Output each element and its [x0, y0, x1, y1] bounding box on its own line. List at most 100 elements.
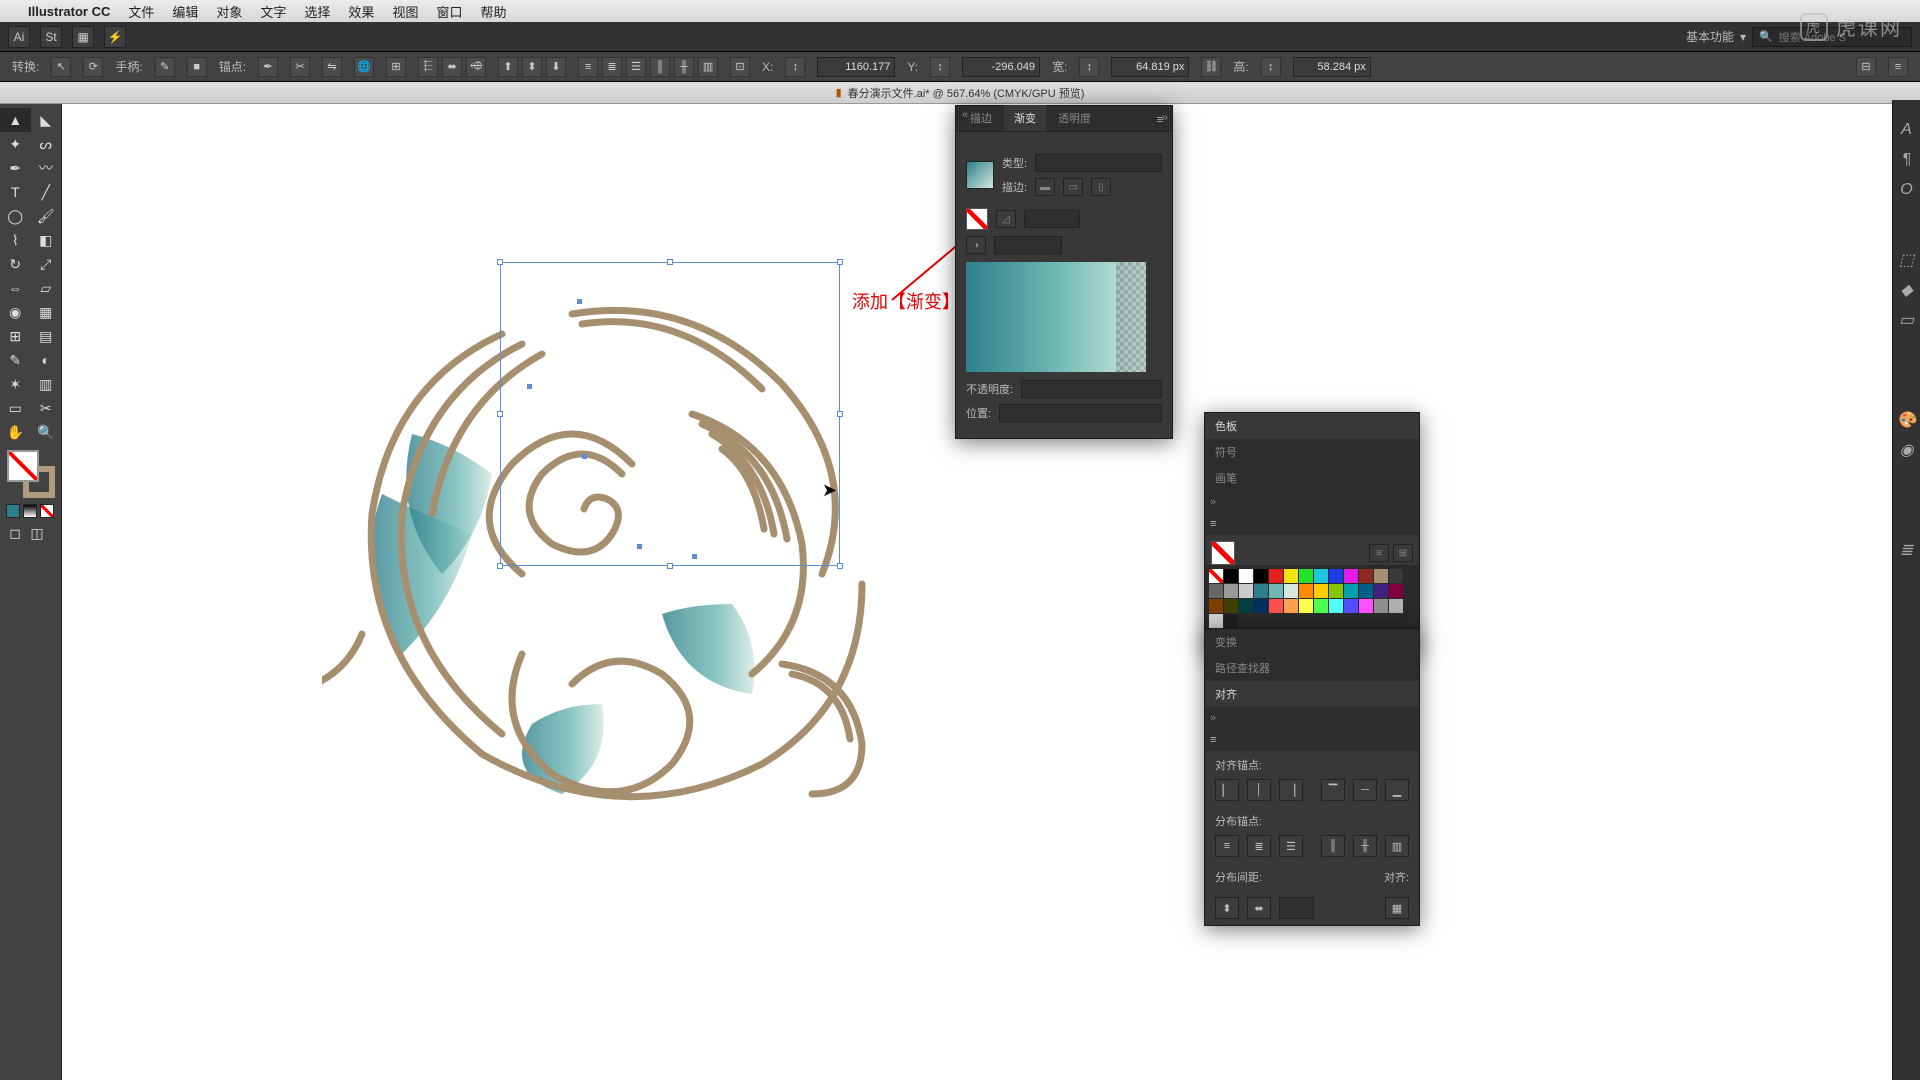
css-panel-icon[interactable]: ⬚	[1897, 250, 1917, 270]
w-field[interactable]: 64.819 px	[1111, 57, 1189, 77]
swatch-item[interactable]	[1254, 569, 1268, 583]
space-field[interactable]	[1279, 897, 1314, 919]
line-tool[interactable]: ╱	[31, 180, 62, 204]
link-h-icon[interactable]: ↕	[1261, 57, 1281, 77]
swatch-item[interactable]	[1299, 599, 1313, 613]
menu-window[interactable]: 窗口	[436, 2, 462, 21]
slice-tool[interactable]: ✂	[31, 396, 62, 420]
al-left-icon[interactable]: ▏	[1215, 779, 1239, 801]
align-hcenter-icon[interactable]: ⬌	[442, 57, 462, 77]
ruler-icon[interactable]: ⊞	[386, 57, 406, 77]
brush-tool[interactable]: 🖌	[31, 204, 62, 228]
swatch-item[interactable]	[1269, 584, 1283, 598]
shaper-tool[interactable]: ⌇	[0, 228, 31, 252]
swatch-item[interactable]	[1314, 599, 1328, 613]
panel-menu-icon[interactable]: ≡	[1205, 513, 1419, 535]
dist-right-icon[interactable]: ▥	[1385, 835, 1409, 857]
gradient-preview[interactable]	[966, 262, 1146, 372]
swatch-item[interactable]	[1374, 569, 1388, 583]
anchor-pt[interactable]	[637, 544, 642, 549]
anchor-pen-icon[interactable]: ✒	[258, 57, 278, 77]
al-bottom-icon[interactable]: ▁	[1385, 779, 1409, 801]
swatch-item[interactable]	[1374, 599, 1388, 613]
grid-view-icon[interactable]: ⊞	[1393, 544, 1413, 562]
menu-file[interactable]: 文件	[128, 2, 154, 21]
anchor-pt[interactable]	[527, 384, 532, 389]
fill-stroke-control[interactable]	[7, 450, 55, 498]
active-swatch[interactable]	[1211, 541, 1235, 565]
swatch-item[interactable]	[1224, 599, 1238, 613]
angle-icon[interactable]: ◿	[996, 210, 1016, 228]
align-top-icon[interactable]: ⬆	[498, 57, 518, 77]
constrain-icon[interactable]: ⛓	[1201, 57, 1221, 77]
globe-icon[interactable]: 🌐	[354, 57, 374, 77]
anchor-pt[interactable]	[692, 554, 697, 559]
width-tool[interactable]: ⇔	[0, 276, 31, 300]
convert-icon[interactable]: ⟳	[83, 57, 103, 77]
al-top-icon[interactable]: ▔	[1321, 779, 1345, 801]
anchor-join-icon[interactable]: ⇋	[322, 57, 342, 77]
swatch-item[interactable]	[1329, 584, 1343, 598]
tab-swatches[interactable]: 色板	[1205, 413, 1419, 439]
link-y-icon[interactable]: ↕	[930, 57, 950, 77]
x-field[interactable]: 1160.177	[817, 57, 895, 77]
handle-square-icon[interactable]: ■	[187, 57, 207, 77]
swatch-item[interactable]	[1239, 584, 1253, 598]
swatch-item[interactable]	[1344, 599, 1358, 613]
opentype-panel-icon[interactable]: O	[1897, 180, 1917, 200]
symbol-tool[interactable]: ✶	[0, 372, 31, 396]
swatch-item[interactable]	[1374, 584, 1388, 598]
collapse-icon[interactable]: «	[962, 109, 968, 121]
tab-align[interactable]: 对齐	[1205, 681, 1419, 707]
selection-tool[interactable]: ▲	[0, 108, 31, 132]
handle-br[interactable]	[837, 563, 843, 569]
draw-normal[interactable]: ◻	[6, 524, 24, 542]
al-hcenter-icon[interactable]: │	[1247, 779, 1271, 801]
arrange-icon[interactable]: ▦	[72, 26, 94, 48]
anchor-pt[interactable]	[582, 454, 587, 459]
swatch-item[interactable]	[1299, 584, 1313, 598]
position-field[interactable]	[999, 404, 1162, 422]
align-right-icon[interactable]: ⬲	[466, 57, 486, 77]
app-name[interactable]: Illustrator CC	[28, 4, 110, 19]
tab-pathfinder[interactable]: 路径查找器	[1205, 655, 1419, 681]
swatch-item[interactable]	[1359, 584, 1373, 598]
stroke-opt2-icon[interactable]: ▭	[1063, 178, 1083, 196]
link-w-icon[interactable]: ↕	[1079, 57, 1099, 77]
close-icon[interactable]: »	[1161, 110, 1168, 124]
menu-select[interactable]: 选择	[304, 2, 330, 21]
swatch-item[interactable]	[1269, 599, 1283, 613]
dist-v1-icon[interactable]: ║	[650, 57, 670, 77]
tab-opacity[interactable]: 透明度	[1048, 105, 1101, 131]
direct-selection-tool[interactable]: ◣	[31, 108, 62, 132]
asset-panel-icon[interactable]: ◆	[1897, 280, 1917, 300]
dist-hc-icon[interactable]: ╫	[1353, 835, 1377, 857]
swatch-item[interactable]	[1284, 584, 1298, 598]
dist-left-icon[interactable]: ║	[1321, 835, 1345, 857]
swatch-item[interactable]	[1389, 599, 1403, 613]
layers-panel-icon[interactable]: ≣	[1897, 540, 1917, 560]
swatch-item[interactable]	[1389, 584, 1403, 598]
collapse-icon[interactable]: »	[1205, 491, 1419, 513]
align-to-icon[interactable]: ▦	[1385, 897, 1409, 919]
blend-tool[interactable]: ◐	[31, 348, 62, 372]
document-tab[interactable]: ▮ 春分演示文件.ai* @ 567.64% (CMYK/GPU 预览)	[0, 82, 1920, 104]
handle-bl[interactable]	[497, 563, 503, 569]
opacity-field[interactable]	[1021, 380, 1162, 398]
handle-mr[interactable]	[837, 411, 843, 417]
dist-h2-icon[interactable]: ≣	[602, 57, 622, 77]
menu-type[interactable]: 文字	[260, 2, 286, 21]
sw-color[interactable]	[6, 504, 20, 518]
align-bottom-icon[interactable]: ⬇	[546, 57, 566, 77]
handle-icon[interactable]: ✎	[155, 57, 175, 77]
panel-menu-icon[interactable]: ≡	[1888, 57, 1908, 77]
swatch-item[interactable]	[1359, 599, 1373, 613]
workspace-label[interactable]: 基本功能	[1686, 28, 1734, 45]
stroke-opt3-icon[interactable]: ▯	[1091, 178, 1111, 196]
artboard-tool[interactable]: ▭	[0, 396, 31, 420]
curvature-tool[interactable]: 〰	[31, 156, 62, 180]
tab-transform[interactable]: 变换	[1205, 629, 1419, 655]
magic-wand-tool[interactable]: ✦	[0, 132, 31, 156]
swatch-none[interactable]	[1209, 569, 1223, 583]
fill-swatch[interactable]	[7, 450, 39, 482]
